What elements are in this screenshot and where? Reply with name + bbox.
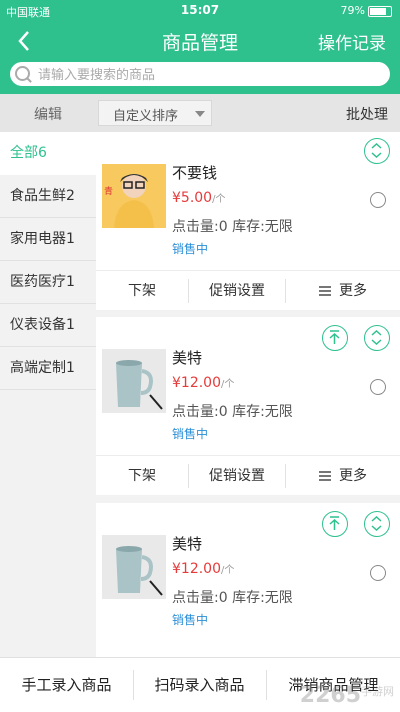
pin-top-icon [329, 516, 340, 530]
sort-label: 自定义排序 [113, 109, 179, 124]
nav-bar: 商品管理 操作记录 [0, 22, 400, 60]
select-radio[interactable] [370, 192, 386, 208]
category-instrument[interactable]: 仪表设备1 [0, 304, 96, 347]
category-food[interactable]: 食品生鲜2 [0, 175, 96, 218]
search-box[interactable] [10, 62, 390, 86]
price-value: ¥5.00 [172, 190, 213, 206]
product-price: ¥5.00/个 [172, 190, 225, 206]
mug-photo-icon [102, 535, 166, 599]
scan-entry-button[interactable]: 扫码录入商品 [133, 658, 266, 712]
sort-updown-button[interactable] [364, 511, 390, 537]
pin-top-button[interactable] [322, 511, 348, 537]
more-button[interactable]: 更多 [286, 271, 400, 311]
card-actions: 下架 促销设置 更多 [96, 455, 400, 496]
product-stats: 点击量:0 库存:无限 [172, 404, 293, 420]
select-radio[interactable] [370, 565, 386, 581]
battery-indicator: 79% [341, 4, 392, 17]
product-name: 美特 [172, 349, 203, 367]
category-appliance[interactable]: 家用电器1 [0, 218, 96, 261]
product-status: 销售中 [172, 613, 209, 627]
product-status: 销售中 [172, 242, 209, 256]
pin-top-button[interactable] [322, 325, 348, 351]
price-value: ¥12.00 [172, 561, 221, 577]
pin-top-icon [329, 330, 340, 344]
edit-button[interactable]: 编辑 [34, 104, 62, 124]
up-down-icon [371, 329, 382, 346]
dropdown-arrow-icon [195, 111, 205, 117]
card-actions: 下架 促销设置 更多 [96, 270, 400, 311]
more-label: 更多 [339, 468, 367, 484]
manual-entry-button[interactable]: 手工录入商品 [0, 658, 133, 712]
mug-photo-icon [102, 349, 166, 413]
svg-text:青: 青 [104, 185, 113, 197]
category-medical[interactable]: 医药医疗1 [0, 261, 96, 304]
sort-updown-button[interactable] [364, 325, 390, 351]
sort-updown-button[interactable] [364, 138, 390, 164]
product-image[interactable] [102, 535, 166, 599]
price-value: ¥12.00 [172, 375, 221, 391]
product-stats: 点击量:0 库存:无限 [172, 219, 293, 235]
toolbar: 编辑 自定义排序 批处理 [0, 94, 400, 132]
batch-button[interactable]: 批处理 [346, 104, 388, 124]
offshelf-button[interactable]: 下架 [96, 456, 188, 496]
product-card: 美特 ¥12.00/个 点击量:0 库存:无限 销售中 下架 促销设置 更多 [96, 317, 400, 495]
sort-dropdown[interactable]: 自定义排序 [98, 100, 212, 126]
promo-settings-button[interactable]: 促销设置 [189, 271, 285, 311]
product-price: ¥12.00/个 [172, 561, 234, 577]
battery-percent: 79% [340, 4, 365, 17]
more-label: 更多 [339, 283, 367, 299]
product-status: 销售中 [172, 427, 209, 441]
search-icon [15, 66, 30, 81]
product-list: 青 不要钱 ¥5.00/个 点击量:0 库存:无限 销售中 下架 促销设置 更多 [96, 132, 400, 657]
product-card: 青 不要钱 ¥5.00/个 点击量:0 库存:无限 销售中 下架 促销设置 更多 [96, 132, 400, 310]
price-unit: /个 [221, 379, 235, 390]
product-image[interactable]: 青 [102, 164, 166, 228]
price-unit: /个 [221, 565, 235, 576]
category-custom[interactable]: 高端定制1 [0, 347, 96, 390]
product-card: 美特 ¥12.00/个 点击量:0 库存:无限 销售中 [96, 503, 400, 657]
operation-log-button[interactable]: 操作记录 [318, 29, 386, 54]
up-down-icon [371, 515, 382, 532]
product-image[interactable] [102, 349, 166, 413]
status-bar: 中国联通 15:07 79% [0, 0, 400, 22]
offshelf-button[interactable]: 下架 [96, 271, 188, 311]
category-sidebar: 全部6 食品生鲜2 家用电器1 医药医疗1 仪表设备1 高端定制1 [0, 132, 96, 657]
up-down-icon [371, 142, 382, 159]
product-name: 美特 [172, 535, 203, 553]
watermark-text: 手游网 [361, 685, 394, 698]
price-unit: /个 [212, 194, 226, 205]
select-radio[interactable] [370, 379, 386, 395]
menu-icon [319, 284, 331, 298]
product-name: 不要钱 [172, 164, 218, 182]
person-photo-icon: 青 [102, 164, 166, 228]
product-price: ¥12.00/个 [172, 375, 234, 391]
more-button[interactable]: 更多 [286, 456, 400, 496]
battery-icon [368, 5, 392, 17]
watermark-logo: 2265手游网 [300, 683, 394, 708]
promo-settings-button[interactable]: 促销设置 [189, 456, 285, 496]
watermark-number: 2265 [299, 683, 361, 708]
product-stats: 点击量:0 库存:无限 [172, 590, 293, 606]
search-input[interactable] [36, 64, 380, 86]
menu-icon [319, 469, 331, 483]
category-all[interactable]: 全部6 [0, 132, 96, 175]
search-bar [0, 60, 400, 94]
bottom-bar: 手工录入商品 扫码录入商品 滞销商品管理 2265手游网 [0, 657, 400, 712]
